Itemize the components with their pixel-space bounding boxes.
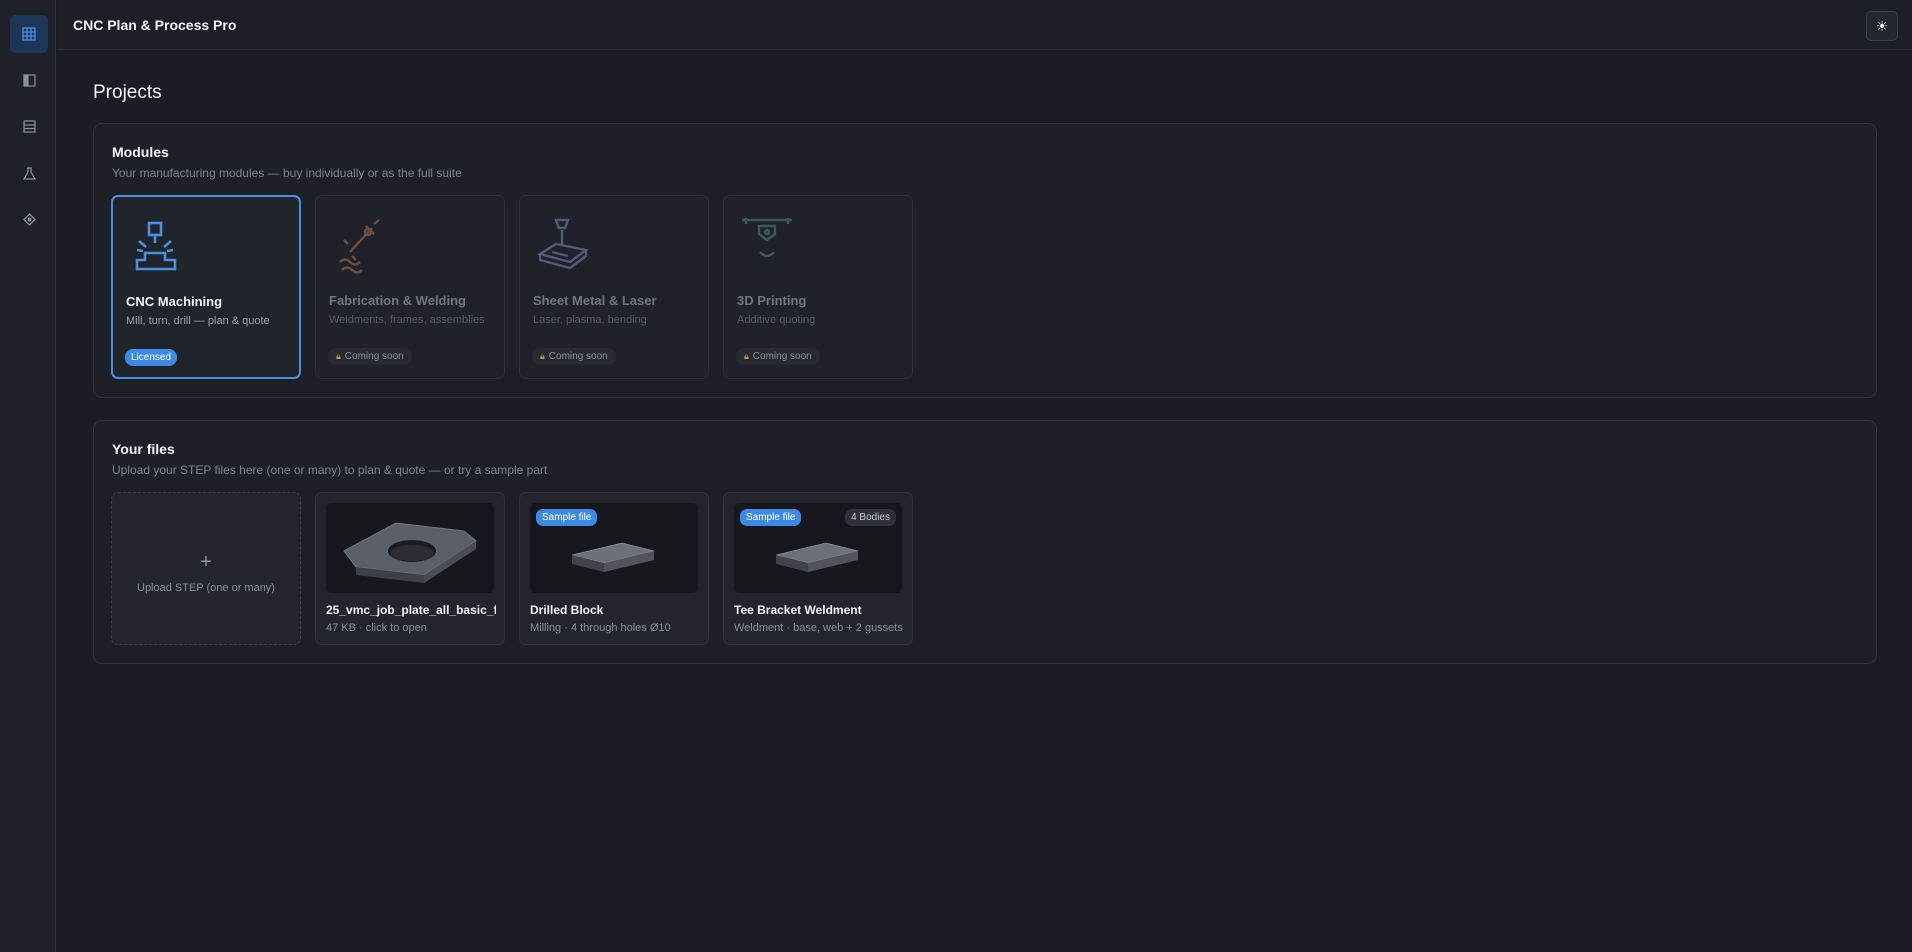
file-name: 25_vmc_job_plate_all_basic_f...	[326, 603, 496, 617]
sidebar	[0, 0, 56, 952]
file-thumbnail: Sample file	[530, 503, 698, 593]
sample-file-badge: Sample file	[536, 509, 598, 526]
sample-file-badge: Sample file	[740, 509, 802, 526]
file-thumbnail	[326, 503, 494, 593]
top-bar: CNC Plan & Process Pro ☀	[57, 0, 1912, 50]
module-name: Fabrication & Welding	[329, 293, 466, 308]
module-card-cnc-machining[interactable]: CNC Machining Mill, turn, drill — plan &…	[111, 195, 301, 379]
theme-toggle-button[interactable]: ☀	[1866, 11, 1898, 41]
upload-label: Upload STEP (one or many)	[137, 582, 275, 594]
app-title: CNC Plan & Process Pro	[73, 17, 237, 33]
modules-title: Modules	[112, 144, 169, 160]
modules-panel: Modules Your manufacturing modules — buy…	[93, 123, 1877, 398]
badge-label: Coming soon	[548, 351, 608, 362]
upload-step-button[interactable]: + Upload STEP (one or many)	[111, 492, 301, 645]
badge-label: Coming soon	[344, 351, 404, 362]
page-title: Projects	[93, 82, 162, 103]
files-title: Your files	[112, 441, 175, 457]
sun-icon: ☀	[1875, 17, 1889, 34]
files-panel: Your files Upload your STEP files here (…	[93, 420, 1877, 664]
welding-torch-icon	[339, 219, 380, 274]
file-meta: Weldment · base, web + 2 gussets	[734, 622, 903, 634]
cnc-machining-icon	[135, 221, 177, 271]
module-name: CNC Machining	[126, 294, 223, 309]
plus-icon: +	[200, 551, 212, 573]
module-desc: Mill, turn, drill — plan & quote	[126, 315, 270, 327]
modules-subtitle: Your manufacturing modules — buy individ…	[112, 166, 462, 180]
coming-soon-badge: 🔒︎ Coming soon	[736, 348, 820, 365]
panel-icon[interactable]	[10, 61, 48, 99]
lock-icon: 🔒︎	[336, 351, 341, 361]
module-name: 3D Printing	[737, 293, 807, 308]
coming-soon-badge: 🔒︎ Coming soon	[532, 348, 616, 365]
module-desc: Laser, plasma, bending	[533, 314, 647, 326]
file-card[interactable]: 25_vmc_job_plate_all_basic_f... 47 KB · …	[315, 492, 505, 645]
file-name: Tee Bracket Weldment	[734, 603, 862, 617]
grid-icon[interactable]	[10, 15, 48, 53]
licensed-badge: Licensed	[125, 349, 178, 366]
sheet-metal-icon	[537, 218, 589, 270]
3d-printer-icon	[742, 218, 792, 258]
file-card[interactable]: Sample file Drilled Block Milling · 4 th…	[519, 492, 709, 645]
file-thumbnail: Sample file 4 Bodies	[734, 503, 902, 593]
flask-icon[interactable]	[10, 154, 48, 192]
module-desc: Additive quoting	[737, 314, 816, 326]
coming-soon-badge: 🔒︎ Coming soon	[328, 348, 412, 365]
diamond-icon[interactable]	[10, 200, 48, 238]
bodies-count-badge: 4 Bodies	[845, 509, 896, 526]
module-desc: Weldments, frames, assemblies	[329, 314, 485, 326]
files-subtitle: Upload your STEP files here (one or many…	[112, 463, 548, 477]
module-card-3d-printing[interactable]: 3D Printing Additive quoting 🔒︎ Coming s…	[723, 195, 913, 379]
lock-icon: 🔒︎	[744, 351, 749, 361]
part-preview-image	[343, 522, 477, 583]
list-icon[interactable]	[10, 107, 48, 145]
file-meta: Milling · 4 through holes Ø10	[530, 622, 671, 634]
badge-label: Coming soon	[752, 351, 812, 362]
file-meta: 47 KB · click to open	[326, 622, 427, 634]
file-name: Drilled Block	[530, 603, 604, 617]
module-card-fabrication-welding[interactable]: Fabrication & Welding Weldments, frames,…	[315, 195, 505, 379]
file-card[interactable]: Sample file 4 Bodies Tee Bracket Weldmen…	[723, 492, 913, 645]
lock-icon: 🔒︎	[540, 351, 545, 361]
module-card-sheet-metal-laser[interactable]: Sheet Metal & Laser Laser, plasma, bendi…	[519, 195, 709, 379]
module-name: Sheet Metal & Laser	[533, 293, 657, 308]
